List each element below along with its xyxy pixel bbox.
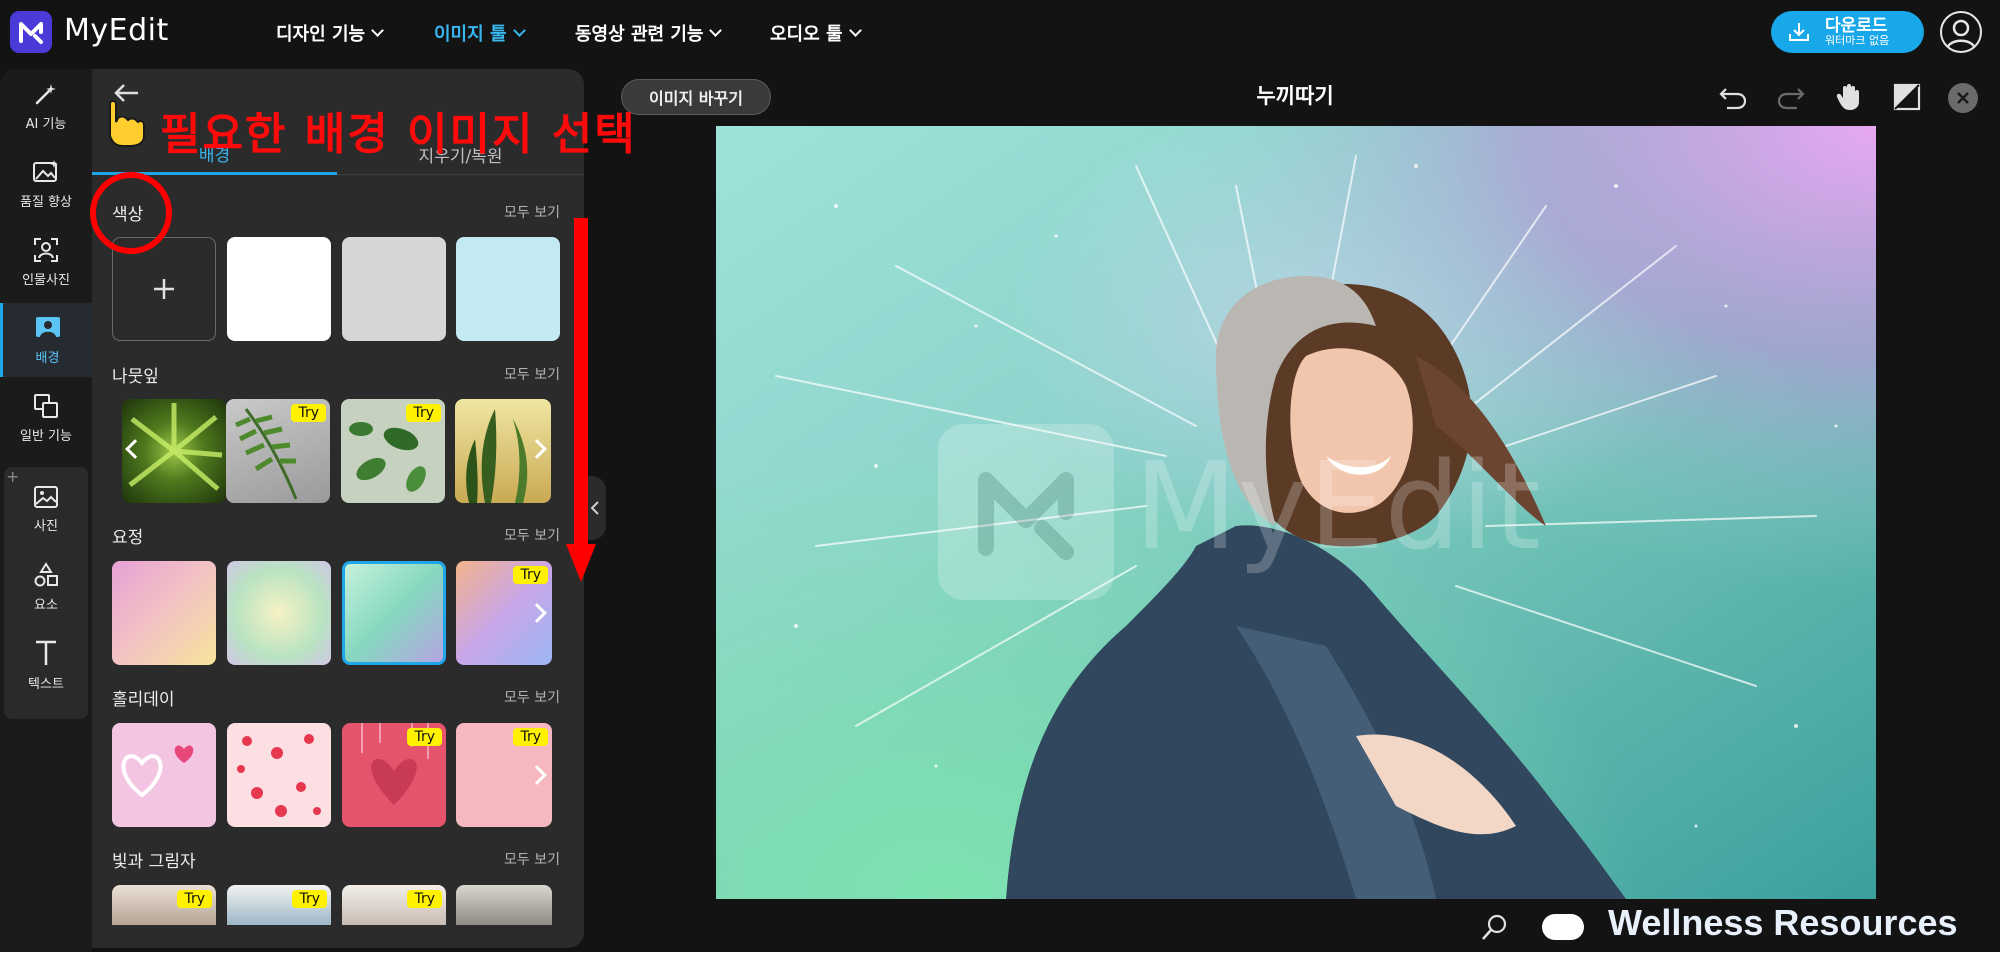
myedit-logo-icon[interactable] [10,11,52,53]
watermark: MyEdit [938,424,1658,600]
annotation-instruction: 필요한 배경 이미지 선택 [160,109,637,160]
watermark-logo-icon [938,424,1114,600]
replace-image-button[interactable]: 이미지 바꾸기 [621,79,771,115]
annotation-circle [90,172,172,254]
rail-elements[interactable]: 요소 [0,550,92,624]
try-badge: Try [177,890,212,908]
user-avatar-icon[interactable] [1940,11,1982,53]
section-title-holiday: 홀리데이 [112,690,175,710]
rail-portrait[interactable]: 인물사진 [0,225,92,299]
bg-thumb-holiday-2[interactable] [227,723,331,827]
color-tile-white[interactable] [227,237,331,341]
try-badge: Try [513,566,548,584]
bg-thumb-light-3[interactable]: Try [342,885,446,925]
annotation-down-arrow-icon [566,218,596,582]
rail-general[interactable]: 일반 기능 [0,381,92,455]
bg-thumb-leaves-3[interactable]: Try [341,399,445,503]
download-sublabel: 워터마크 없음 [1825,34,1890,48]
see-all-color[interactable]: 모두 보기 [504,202,560,222]
download-label: 다운로드 [1825,15,1888,36]
close-icon[interactable] [1948,83,1978,113]
see-all-fairy[interactable]: 모두 보기 [504,525,560,545]
bg-thumb-light-4[interactable] [456,885,552,925]
compare-icon[interactable] [1890,80,1924,114]
zoom-slider-thumb[interactable] [1542,914,1584,940]
photo-icon [34,485,58,508]
nav-audio[interactable]: 오디오 툴 [770,19,862,47]
section-title-fairy: 요정 [112,528,144,548]
try-badge: Try [406,404,441,422]
download-icon [1789,23,1809,41]
scroll-right-icon[interactable] [524,429,550,469]
nav-design[interactable]: 디자인 기능 [276,19,384,47]
chevron-down-icon [709,24,723,37]
bg-thumb-fairy-2[interactable] [227,561,331,665]
pointing-hand-icon [104,98,148,148]
redo-icon[interactable] [1774,80,1808,114]
try-badge: Try [292,890,327,908]
rail-photo[interactable]: 사진 [0,472,92,546]
top-bar: MyEdit 디자인 기능 이미지 툴 동영상 관련 기능 오디오 툴 다운로드… [0,0,2000,66]
editor-canvas[interactable]: MyEdit [716,126,1876,899]
hand-pan-icon[interactable] [1832,80,1866,114]
watermark-text: MyEdit [1134,438,1541,577]
color-tile-lightblue[interactable] [456,237,560,341]
rail-text[interactable]: 텍스트 [0,628,92,702]
tool-rail: AI 기능 품질 향상 인물사진 배경 일반 기능 + 사진 요소 텍스트 [0,69,92,952]
zoom-search-icon[interactable] [1480,912,1510,942]
bg-thumb-holiday-3[interactable]: Try [342,723,446,827]
plus-icon [154,279,174,299]
app-window: MyEdit 디자인 기능 이미지 툴 동영상 관련 기능 오디오 툴 다운로드… [0,0,2000,952]
logo-text[interactable]: MyEdit [64,13,169,48]
bg-thumb-fairy-1[interactable] [112,561,216,665]
nav-video[interactable]: 동영상 관련 기능 [575,19,723,47]
editor-title: 누끼따기 [1256,84,1334,108]
shapes-icon [34,561,58,586]
footer-overlay-text: Wellness Resources [1608,902,1958,943]
chevron-down-icon [512,24,526,37]
rail-background[interactable]: 배경 [0,303,92,377]
chevron-down-icon [848,24,862,37]
try-badge: Try [513,728,548,746]
magic-wand-icon [35,83,56,104]
try-badge: Try [407,890,442,908]
scroll-left-icon[interactable] [122,429,148,469]
see-all-light-shadow[interactable]: 모두 보기 [504,849,560,869]
see-all-leaves[interactable]: 모두 보기 [504,364,560,384]
portrait-icon [34,237,58,262]
layers-icon [34,393,58,418]
bg-thumb-fairy-3-selected[interactable] [342,561,446,665]
image-enhance-icon [33,159,58,182]
scroll-right-icon[interactable] [524,593,550,633]
bg-thumb-light-2[interactable]: Try [227,885,331,925]
see-all-holiday[interactable]: 모두 보기 [504,687,560,707]
bg-thumb-holiday-1[interactable] [112,723,216,827]
rail-quality[interactable]: 품질 향상 [0,147,92,221]
text-icon [36,640,56,665]
chevron-down-icon [371,24,384,37]
color-tile-gray[interactable] [342,237,446,341]
bg-thumb-light-1[interactable]: Try [112,885,216,925]
section-title-light-shadow: 빛과 그림자 [112,852,196,872]
rail-ai[interactable]: AI 기능 [0,69,92,143]
section-title-leaves: 나뭇잎 [112,367,159,387]
bg-thumb-leaves-2[interactable]: Try [226,399,330,503]
download-button[interactable]: 다운로드 워터마크 없음 [1771,11,1924,53]
nav-image-tools[interactable]: 이미지 툴 [434,19,526,47]
try-badge: Try [407,728,442,746]
try-badge: Try [291,404,326,422]
scroll-right-icon[interactable] [524,755,550,795]
background-icon [35,316,60,337]
undo-icon[interactable] [1716,80,1750,114]
